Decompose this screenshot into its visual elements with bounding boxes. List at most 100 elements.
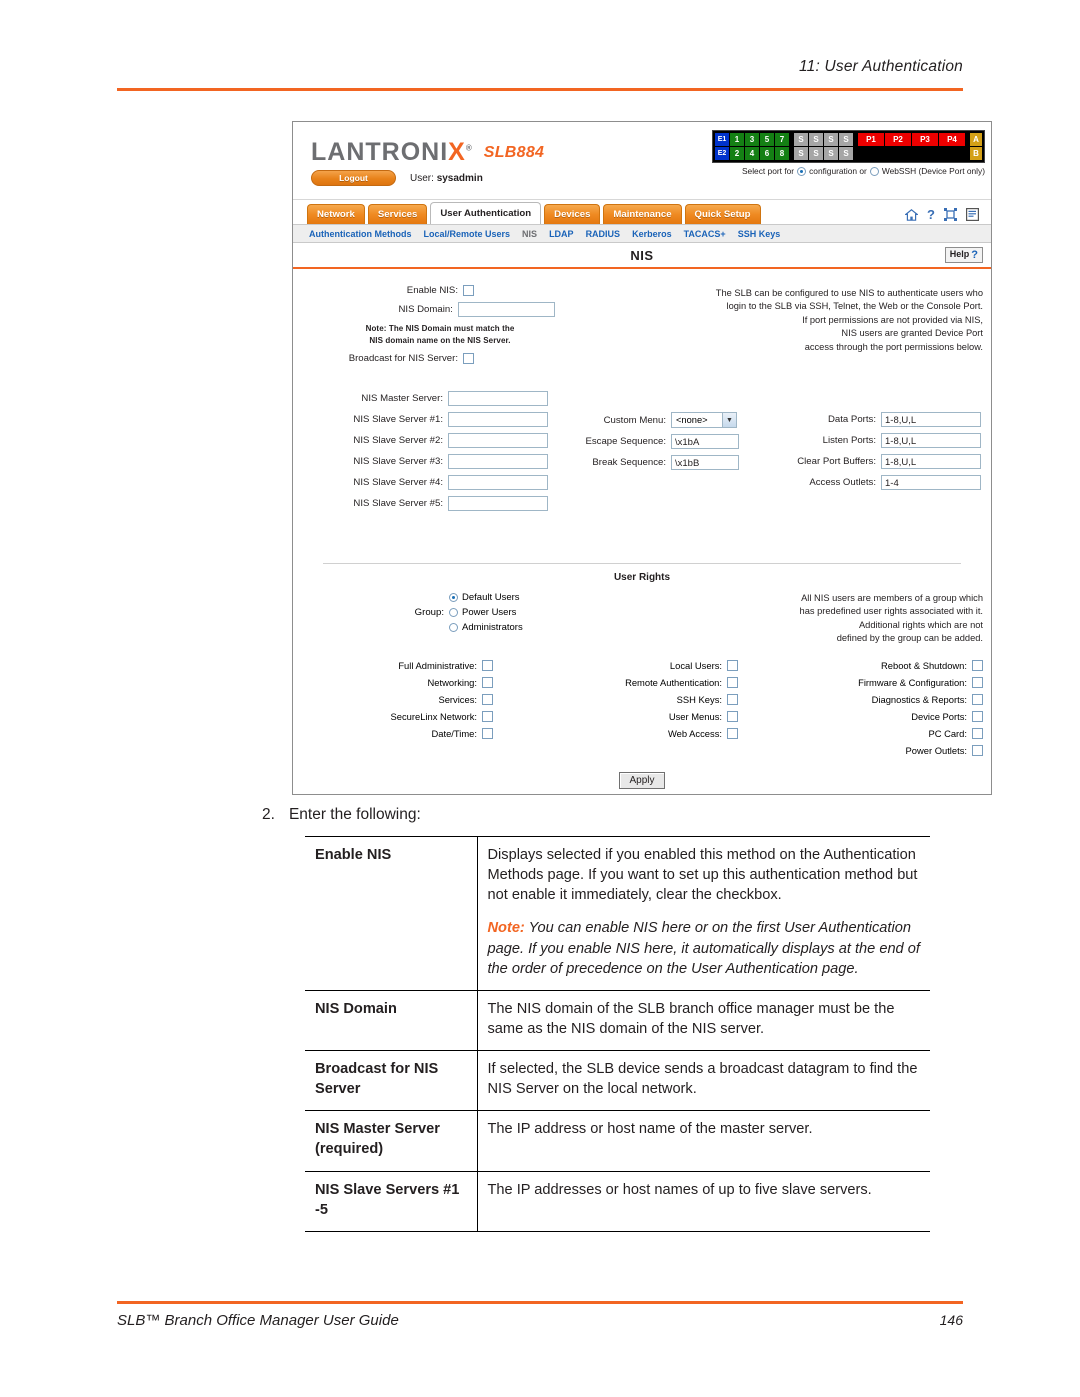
port-4[interactable]: 4 [745, 147, 759, 160]
clear-buffers-input[interactable]: 1-8,U,L [881, 454, 981, 469]
port-s-7[interactable]: S [824, 147, 838, 160]
perm-local-users: Local Users: [493, 660, 738, 671]
port-s-4[interactable]: S [839, 133, 853, 146]
perm-checkbox-local-users[interactable] [727, 660, 738, 671]
page-number: 146 [939, 1312, 963, 1328]
expand-icon[interactable] [944, 208, 957, 221]
tab-maintenance[interactable]: Maintenance [603, 204, 682, 224]
port-p1[interactable]: P1 [858, 133, 884, 146]
subnav-local-remote-users[interactable]: Local/Remote Users [424, 229, 511, 239]
master-label: NIS Master Server: [361, 393, 443, 404]
perm-full-administrative: Full Administrative: [293, 660, 493, 671]
enable-nis-checkbox[interactable] [463, 285, 474, 296]
field-broadcast-nis: Broadcast for NIS Server: [293, 353, 555, 365]
perm-checkbox-full-administrative[interactable] [482, 660, 493, 671]
group-option-administrators[interactable]: Administrators [449, 622, 523, 633]
perm-checkbox-device-ports[interactable] [972, 711, 983, 722]
logout-button[interactable]: Logout [311, 170, 396, 186]
perm-checkbox-ssh-keys[interactable] [727, 694, 738, 705]
tab-devices[interactable]: Devices [544, 204, 601, 224]
slave1-input[interactable] [448, 412, 548, 427]
perm-label-power-outlets: Power Outlets: [905, 745, 967, 756]
perm-checkbox-user-menus[interactable] [727, 711, 738, 722]
port-s-3[interactable]: S [824, 133, 838, 146]
broadcast-checkbox[interactable] [463, 353, 474, 365]
apply-button[interactable]: Apply [619, 772, 665, 789]
permissions-column-1: Full Administrative: Networking: Service… [293, 660, 493, 756]
tab-services[interactable]: Services [367, 204, 428, 224]
nis-domain-input[interactable] [457, 302, 555, 317]
data-ports-input[interactable]: 1-8,U,L [881, 412, 981, 427]
port-5[interactable]: 5 [760, 133, 774, 146]
perm-checkbox-services[interactable] [482, 694, 493, 705]
perm-checkbox-power-outlets[interactable] [972, 745, 983, 756]
subnav-radius[interactable]: RADIUS [586, 229, 621, 239]
listen-ports-input[interactable]: 1-8,U,L [881, 433, 981, 448]
group-option-power-users[interactable]: Power Users [449, 607, 523, 618]
help-question-icon[interactable]: ? [927, 207, 935, 222]
subnav-ldap[interactable]: LDAP [549, 229, 574, 239]
port-7[interactable]: 7 [775, 133, 789, 146]
slave5-input[interactable] [448, 496, 548, 511]
port-s-1[interactable]: S [794, 133, 808, 146]
tab-quick-setup[interactable]: Quick Setup [684, 204, 761, 224]
perm-checkbox-remote-authentication[interactable] [727, 677, 738, 688]
perm-services: Services: [293, 694, 493, 705]
slave1-label: NIS Slave Server #1: [353, 414, 443, 425]
apply-row: Apply [293, 770, 991, 789]
port-s-8[interactable]: S [839, 147, 853, 160]
perm-checkbox-diagnostics-reports[interactable] [972, 694, 983, 705]
port-p2[interactable]: P2 [885, 133, 911, 146]
radio-webssh[interactable] [869, 166, 879, 176]
group-option-default-users[interactable]: Default Users [449, 592, 523, 603]
subnav-kerberos[interactable]: Kerberos [632, 229, 672, 239]
subnav-tacacs[interactable]: TACACS+ [684, 229, 726, 239]
radio-power-users[interactable] [449, 608, 458, 617]
tab-user-authentication[interactable]: User Authentication [430, 202, 542, 224]
escape-input[interactable]: \x1bA [671, 434, 739, 449]
radio-default-users[interactable] [449, 593, 458, 602]
port-3[interactable]: 3 [745, 133, 759, 146]
port-6[interactable]: 6 [760, 147, 774, 160]
custom-menu-select[interactable]: <none> ▼ [671, 412, 737, 428]
help-button[interactable]: Help ? [944, 247, 983, 264]
table-row: NIS Domain The NIS domain of the SLB bra… [305, 989, 930, 1051]
port-gap [790, 147, 793, 160]
perm-checkbox-firmware-configuration[interactable] [972, 677, 983, 688]
tab-network[interactable]: Network [307, 204, 365, 224]
perm-checkbox-networking[interactable] [482, 677, 493, 688]
subnav-ssh-keys[interactable]: SSH Keys [738, 229, 781, 239]
outlet-a[interactable]: A [970, 133, 982, 146]
port-p3[interactable]: P3 [912, 133, 938, 146]
break-input[interactable]: \x1bB [671, 455, 739, 470]
outlet-b[interactable]: B [970, 147, 982, 160]
group-radio-list: Default Users Power Users Administrators [449, 592, 523, 633]
port-s-6[interactable]: S [809, 147, 823, 160]
subnav-authentication-methods[interactable]: Authentication Methods [309, 229, 412, 239]
perm-checkbox-pc-card[interactable] [972, 728, 983, 739]
perm-checkbox-web-access[interactable] [727, 728, 738, 739]
slave2-input[interactable] [448, 433, 548, 448]
port-p4[interactable]: P4 [939, 133, 965, 146]
port-8[interactable]: 8 [775, 147, 789, 160]
perm-checkbox-date-time[interactable] [482, 728, 493, 739]
port-s-5[interactable]: S [794, 147, 808, 160]
log-icon[interactable] [966, 208, 979, 221]
port-gap [966, 133, 969, 146]
slave4-input[interactable] [448, 475, 548, 490]
subnav-nis[interactable]: NIS [522, 229, 537, 239]
master-input[interactable] [448, 391, 548, 406]
field-access-outlets: Access Outlets: 1-4 [763, 475, 987, 490]
port-1[interactable]: 1 [730, 133, 744, 146]
radio-administrators[interactable] [449, 623, 458, 632]
access-outlets-input[interactable]: 1-4 [881, 475, 981, 490]
slave3-input[interactable] [448, 454, 548, 469]
home-icon[interactable] [905, 208, 919, 221]
port-2[interactable]: 2 [730, 147, 744, 160]
port-e1[interactable]: E1 [715, 133, 729, 146]
perm-checkbox-securelinx-network[interactable] [482, 711, 493, 722]
port-e2[interactable]: E2 [715, 147, 729, 160]
port-s-2[interactable]: S [809, 133, 823, 146]
radio-configuration[interactable] [797, 166, 807, 176]
perm-checkbox-reboot-shutdown[interactable] [972, 660, 983, 671]
